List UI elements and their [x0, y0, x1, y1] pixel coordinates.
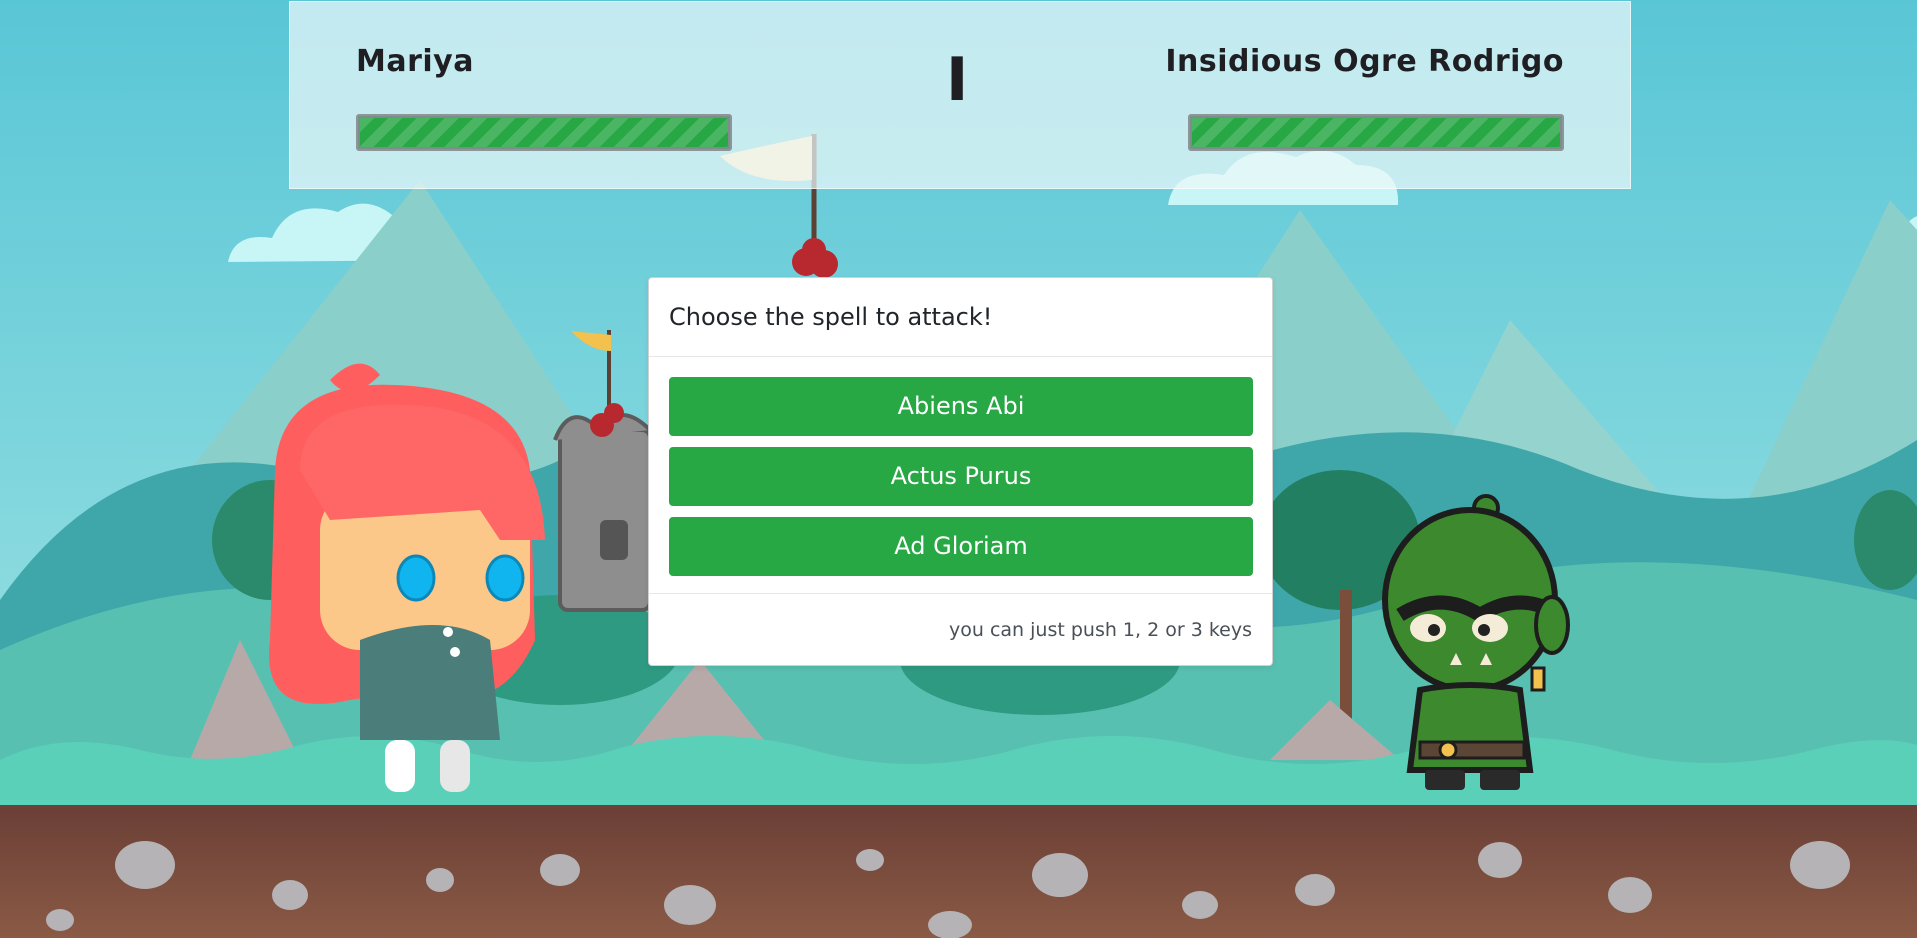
player-health-bar	[356, 114, 732, 151]
enemy-health-fill	[1192, 118, 1560, 147]
spell-list: Abiens Abi Actus Purus Ad Gloriam	[649, 357, 1272, 594]
battle-hud: Mariya I Insidious Ogre Rodrigo	[289, 1, 1631, 189]
spell-button-3[interactable]: Ad Gloriam	[669, 517, 1253, 576]
keyboard-hint: you can just push 1, 2 or 3 keys	[949, 618, 1252, 641]
player-name: Mariya	[356, 44, 474, 79]
spell-chooser-dialog: Choose the spell to attack! Abiens Abi A…	[648, 277, 1273, 666]
enemy-name: Insidious Ogre Rodrigo	[1165, 44, 1564, 79]
turn-indicator: I	[946, 45, 969, 115]
player-health-fill	[360, 118, 728, 147]
spell-chooser-title: Choose the spell to attack!	[649, 278, 1272, 357]
spell-button-1[interactable]: Abiens Abi	[669, 377, 1253, 436]
spell-button-2[interactable]: Actus Purus	[669, 447, 1253, 506]
enemy-health-bar	[1188, 114, 1564, 151]
